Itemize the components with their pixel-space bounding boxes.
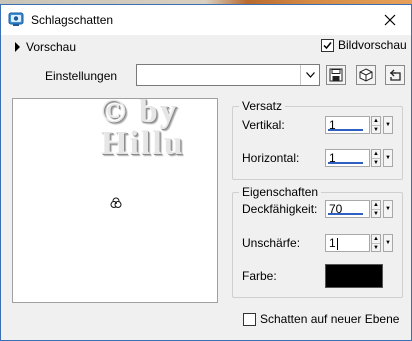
preview-label: Vorschau — [26, 40, 77, 54]
triangle-down-icon: ▼ — [385, 122, 391, 128]
spin-up-icon[interactable]: ▲ — [372, 201, 380, 210]
image-preview-checkbox[interactable]: Bildvorschau — [321, 38, 407, 52]
horizontal-input[interactable]: 1 — [325, 149, 370, 167]
blur-stepper[interactable]: 1 ▲ ▼ ▼ — [325, 234, 395, 252]
reset-button[interactable] — [385, 65, 405, 85]
shadow-new-layer-label: Schatten auf neuer Ebene — [260, 312, 400, 326]
triangle-down-icon: ▼ — [385, 206, 391, 212]
title-bar[interactable]: Schlagschatten — [1, 5, 411, 35]
dialog-window: Schlagschatten Vorschau Bildvorschau Ein… — [0, 4, 412, 341]
preview-toggle[interactable]: Vorschau — [15, 39, 76, 55]
close-icon — [384, 14, 396, 26]
checkbox-box[interactable] — [321, 38, 334, 52]
app-icon — [8, 11, 24, 27]
blur-input[interactable]: 1 — [325, 234, 370, 252]
focus-underline — [328, 129, 363, 131]
spin-up-icon[interactable]: ▲ — [372, 117, 380, 126]
spin-up-icon[interactable]: ▲ — [372, 150, 380, 159]
triangle-down-icon: ▼ — [385, 240, 391, 246]
spin-up-icon[interactable]: ▲ — [372, 235, 380, 244]
spin-down-icon[interactable]: ▼ — [372, 210, 380, 218]
opacity-slider-dropdown[interactable]: ▼ — [383, 200, 393, 218]
vertical-stepper[interactable]: 1 ▲ ▼ ▼ — [325, 116, 395, 134]
vertical-input[interactable]: 1 — [325, 116, 370, 134]
settings-dropdown[interactable] — [136, 64, 320, 86]
vertical-slider-dropdown[interactable]: ▼ — [383, 116, 393, 134]
watermark-line2: Hillu — [101, 125, 185, 162]
blur-label: Unschärfe: — [242, 236, 301, 250]
shadow-new-layer-checkbox[interactable]: Schatten auf neuer Ebene — [243, 312, 399, 326]
color-swatch[interactable] — [325, 264, 383, 288]
image-preview-label: Bildvorschau — [338, 38, 407, 52]
opacity-spin-buttons[interactable]: ▲ ▼ — [371, 200, 381, 218]
offset-legend: Versatz — [242, 99, 283, 113]
opacity-input[interactable]: 70 — [325, 200, 370, 218]
spin-down-icon[interactable]: ▼ — [372, 244, 380, 252]
checkbox-box[interactable] — [243, 312, 256, 326]
preview-canvas[interactable]: © by Hillu — [12, 98, 218, 303]
resource-manager-button[interactable] — [356, 65, 376, 85]
cube-icon — [359, 68, 373, 82]
settings-label: Einstellungen — [45, 69, 118, 83]
offset-group: Versatz — [232, 99, 403, 180]
save-icon — [329, 68, 343, 82]
triangle-down-icon: ▼ — [385, 155, 391, 161]
checkmark-icon — [323, 41, 332, 49]
color-label: Farbe: — [242, 269, 277, 283]
text-caret — [336, 237, 338, 250]
horizontal-stepper[interactable]: 1 ▲ ▼ ▼ — [325, 149, 395, 167]
horizontal-slider-dropdown[interactable]: ▼ — [383, 149, 393, 167]
chevron-down-icon — [305, 72, 315, 78]
spin-down-icon[interactable]: ▼ — [372, 126, 380, 134]
dropdown-arrow-button[interactable] — [300, 65, 319, 85]
save-preset-button[interactable] — [326, 65, 346, 85]
properties-legend: Eigenschaften — [242, 185, 319, 199]
vertical-spin-buttons[interactable]: ▲ ▼ — [371, 116, 381, 134]
navigation-cursor-icon — [110, 197, 122, 208]
reset-icon — [390, 69, 401, 81]
vertical-label: Vertikal: — [242, 118, 285, 132]
expand-arrow-icon — [15, 42, 20, 52]
focus-underline — [328, 213, 363, 215]
blur-slider-dropdown[interactable]: ▼ — [383, 234, 393, 252]
opacity-stepper[interactable]: 70 ▲ ▼ ▼ — [325, 200, 395, 218]
spin-down-icon[interactable]: ▼ — [372, 159, 380, 167]
blur-value: 1 — [329, 236, 336, 250]
close-button[interactable] — [369, 5, 411, 35]
opacity-label: Deckfähigkeit: — [242, 202, 318, 216]
horizontal-spin-buttons[interactable]: ▲ ▼ — [371, 149, 381, 167]
focus-underline — [328, 162, 363, 164]
window-title: Schlagschatten — [31, 13, 114, 27]
blur-spin-buttons[interactable]: ▲ ▼ — [371, 234, 381, 252]
horizontal-label: Horizontal: — [242, 151, 300, 165]
